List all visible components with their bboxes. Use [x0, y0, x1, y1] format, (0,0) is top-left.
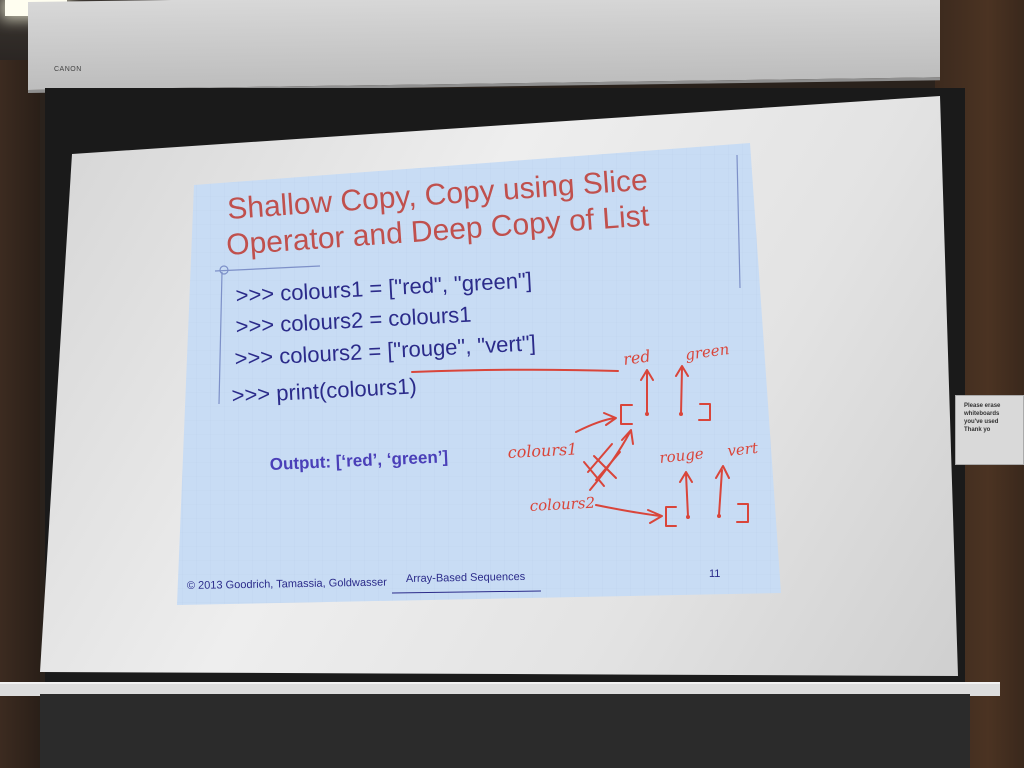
projector-screen-housing	[28, 0, 940, 93]
housing-brand-label: CANON	[54, 66, 82, 73]
wall-notice: Please erase whiteboards you've used Tha…	[955, 395, 1024, 465]
notice-line: Please erase	[964, 403, 1001, 409]
notice-line: you've used	[964, 419, 999, 425]
screen-base	[40, 694, 970, 768]
notice-line: whiteboards	[964, 411, 1000, 417]
projection-screen	[40, 96, 958, 676]
notice-line: Thank yo	[964, 427, 991, 433]
left-wall	[0, 60, 40, 768]
